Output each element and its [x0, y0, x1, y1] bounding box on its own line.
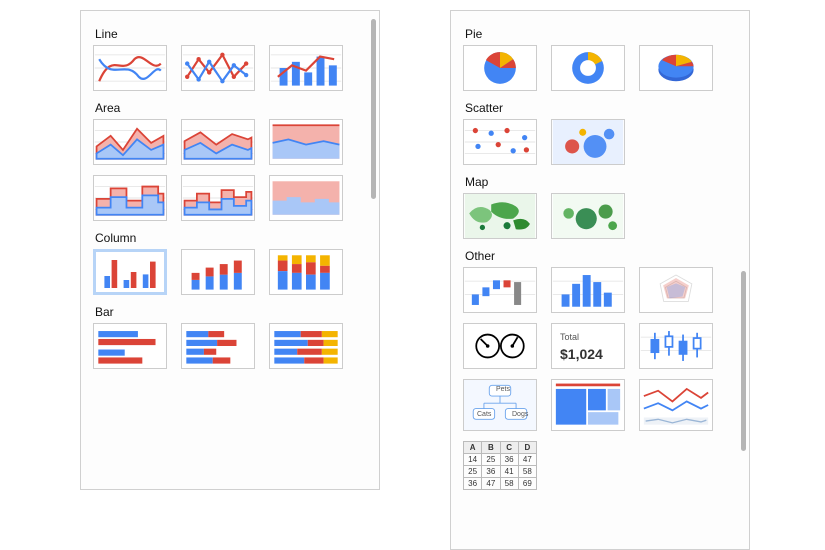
scorecard-value: $1,024: [560, 346, 603, 362]
chart-area-stepped[interactable]: [93, 175, 167, 221]
section-label-line: Line: [95, 27, 367, 41]
chart-candlestick[interactable]: [639, 323, 713, 369]
orgchart-dogs: Dogs: [512, 411, 528, 418]
chart-geo-markers[interactable]: [551, 193, 625, 239]
chart-area-basic[interactable]: [93, 119, 167, 165]
chart-treemap[interactable]: [551, 379, 625, 431]
section-label-scatter: Scatter: [465, 101, 737, 115]
chart-donut[interactable]: [551, 45, 625, 91]
chart-column-100-stacked[interactable]: [269, 249, 343, 295]
chart-type-panel-left: Line: [80, 10, 380, 490]
section-label-map: Map: [465, 175, 737, 189]
chart-column-grouped[interactable]: [93, 249, 167, 295]
chart-pie-3d[interactable]: [639, 45, 713, 91]
chart-pie[interactable]: [463, 45, 537, 91]
chart-bar-100-stacked[interactable]: [269, 323, 343, 369]
table-row: 14253647: [464, 454, 537, 466]
chart-bubble[interactable]: [551, 119, 625, 165]
chart-gauge[interactable]: [463, 323, 537, 369]
chart-line-combo[interactable]: [269, 45, 343, 91]
table-header-row: ABCD: [464, 442, 537, 454]
chart-scatter[interactable]: [463, 119, 537, 165]
chart-line-sharp[interactable]: [181, 45, 255, 91]
scorecard-label: Total: [560, 332, 579, 342]
chart-scorecard[interactable]: Total $1,024: [551, 323, 625, 369]
section-label-column: Column: [95, 231, 367, 245]
chart-area-100-stacked[interactable]: [269, 119, 343, 165]
chart-orgchart[interactable]: Pets Cats Dogs: [463, 379, 537, 431]
scrollbar-left[interactable]: [371, 19, 376, 199]
chart-type-panel-right: Pie Scatter: [450, 10, 750, 550]
table-row: 25364158: [464, 466, 537, 478]
table-row: 36475869: [464, 478, 537, 490]
section-label-bar: Bar: [95, 305, 367, 319]
chart-column-stacked[interactable]: [181, 249, 255, 295]
section-label-pie: Pie: [465, 27, 737, 41]
chart-line-smooth[interactable]: [93, 45, 167, 91]
chart-timeline[interactable]: [639, 379, 713, 431]
chart-histogram[interactable]: [551, 267, 625, 313]
chart-area-stacked[interactable]: [181, 119, 255, 165]
chart-radar[interactable]: [639, 267, 713, 313]
chart-area-stepped-100[interactable]: [269, 175, 343, 221]
chart-table[interactable]: ABCD 14253647 25364158 36475869: [463, 441, 537, 490]
orgchart-pets: Pets: [496, 386, 510, 393]
section-label-area: Area: [95, 101, 367, 115]
section-label-other: Other: [465, 249, 737, 263]
chart-area-stepped-stacked[interactable]: [181, 175, 255, 221]
chart-bar-stacked[interactable]: [181, 323, 255, 369]
scrollbar-right[interactable]: [741, 271, 746, 451]
chart-waterfall[interactable]: [463, 267, 537, 313]
chart-geo-map[interactable]: [463, 193, 537, 239]
chart-bar-grouped[interactable]: [93, 323, 167, 369]
orgchart-cats: Cats: [477, 411, 491, 418]
